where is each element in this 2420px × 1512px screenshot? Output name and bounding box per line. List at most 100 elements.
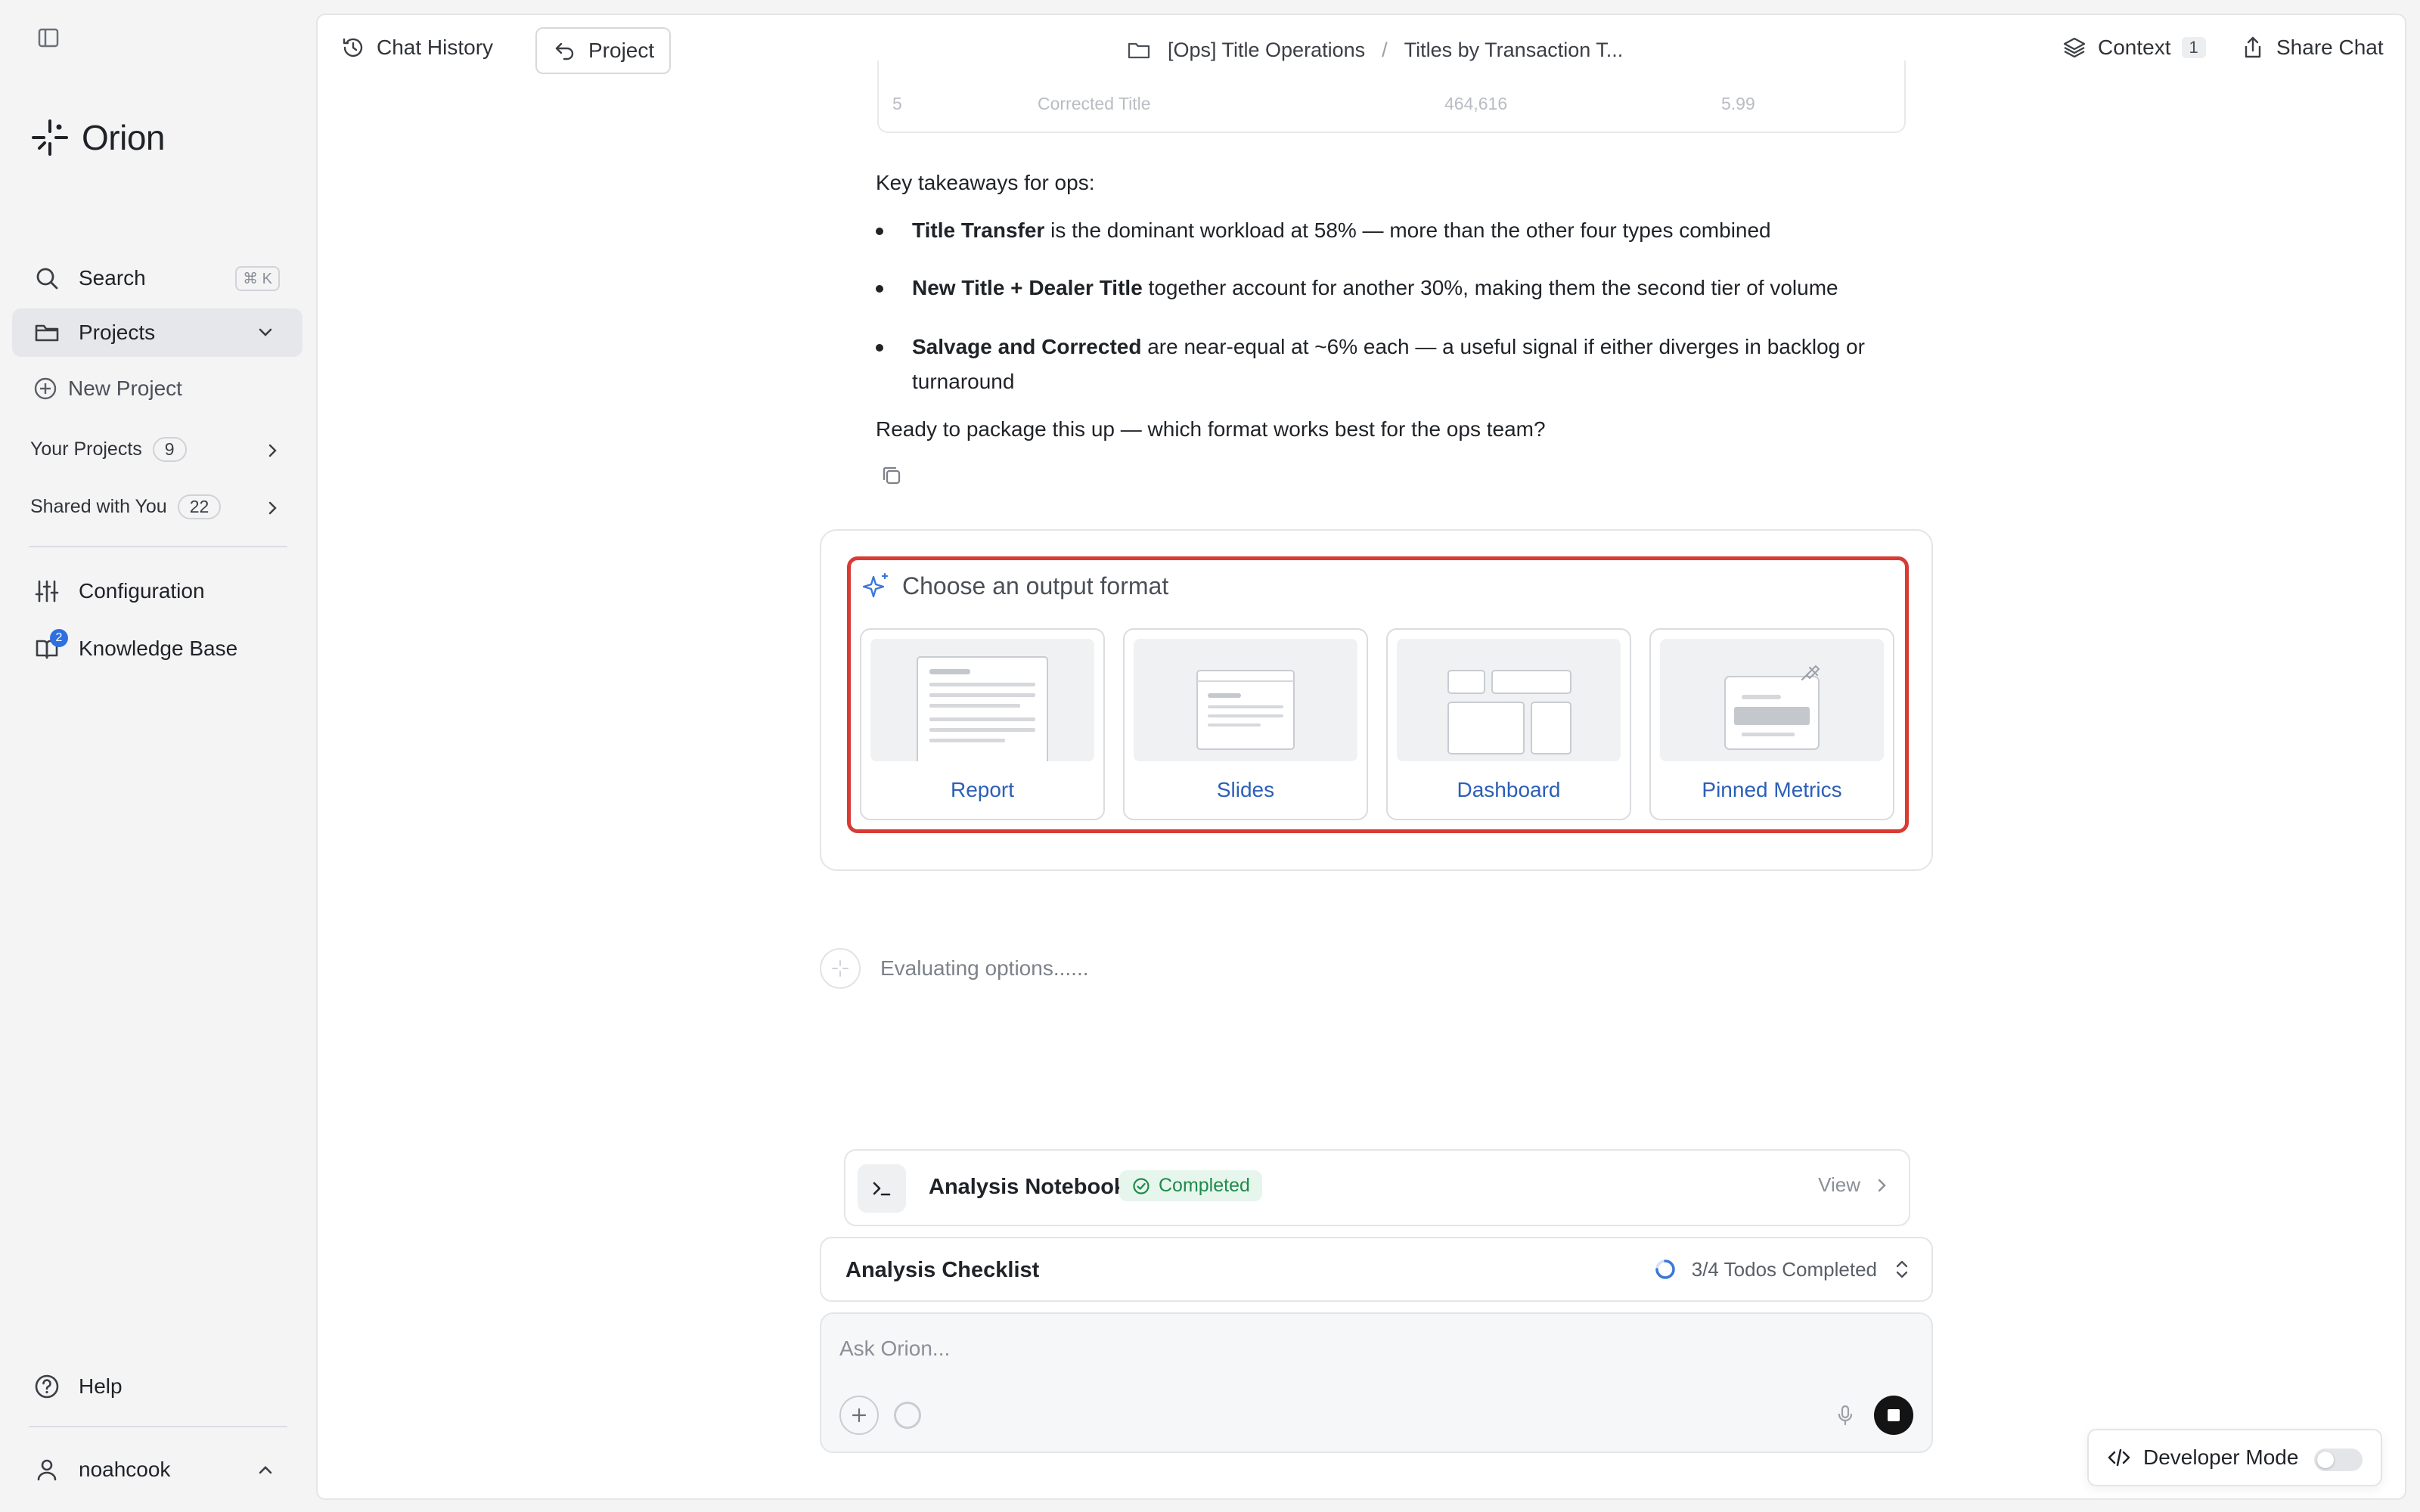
- configuration-label: Configuration: [79, 579, 205, 603]
- your-projects-label: Your Projects: [30, 438, 142, 460]
- format-option-slides[interactable]: Slides: [1123, 628, 1368, 820]
- app-name: Orion: [82, 118, 165, 157]
- main-panel: Chat History Project [Ops] Title Operati…: [316, 14, 2406, 1500]
- check-circle-icon: [1133, 1177, 1150, 1194]
- breadcrumb-separator: /: [1382, 38, 1388, 61]
- sidebar-search[interactable]: Search ⌘ K: [12, 254, 302, 302]
- chevron-right-icon[interactable]: [262, 440, 283, 461]
- sidebar-divider: [29, 1426, 287, 1427]
- sidebar-item-projects[interactable]: Projects: [12, 308, 302, 357]
- developer-mode-toggle[interactable]: [2314, 1448, 2363, 1471]
- context-label: Context: [2098, 36, 2171, 59]
- list-item: Salvage and Corrected are near-equal at …: [876, 330, 1889, 399]
- sidebar-item-knowledge-base[interactable]: 2 Knowledge Base: [12, 624, 302, 673]
- undo-arrow-icon: [555, 42, 574, 60]
- new-project-button[interactable]: New Project: [12, 364, 302, 413]
- context-button[interactable]: Context 1: [2062, 35, 2206, 60]
- view-label: View: [1818, 1173, 1860, 1196]
- project-button-label: Project: [588, 39, 655, 62]
- analysis-checklist[interactable]: Analysis Checklist 3/4 Todos Completed: [820, 1237, 1933, 1302]
- shared-with-you-section[interactable]: Shared with You 22: [30, 494, 222, 519]
- output-format-header: Choose an output format: [861, 571, 1168, 601]
- chevron-right-icon: [1878, 1179, 1886, 1191]
- projects-label: Projects: [79, 321, 156, 344]
- format-option-label: Report: [950, 778, 1015, 801]
- help-button[interactable]: Help: [12, 1362, 302, 1411]
- search-label: Search: [79, 266, 146, 290]
- spinner-icon: [820, 948, 861, 989]
- attach-button[interactable]: [839, 1396, 879, 1435]
- format-option-dashboard[interactable]: Dashboard: [1386, 628, 1631, 820]
- list-item: New Title + Dealer Title together accoun…: [876, 271, 1889, 305]
- chevron-down-icon[interactable]: [254, 321, 277, 344]
- closing-question: Ready to package this up — which format …: [876, 417, 1546, 441]
- breadcrumb-folder[interactable]: [Ops] Title Operations: [1168, 39, 1365, 62]
- code-icon: [2108, 1448, 2130, 1467]
- user-menu[interactable]: noahcook: [12, 1445, 302, 1494]
- sliders-icon: [32, 576, 62, 606]
- knowledge-base-label: Knowledge Base: [79, 637, 238, 660]
- output-format-highlight: Choose an output format Report Slides Da…: [847, 556, 1909, 833]
- notebook-view-button[interactable]: View: [1818, 1173, 1891, 1197]
- shared-label: Shared with You: [30, 496, 167, 517]
- analysis-notebook-card[interactable]: Analysis Notebook Completed View: [844, 1149, 1910, 1226]
- format-option-pinned-metrics[interactable]: Pinned Metrics: [1649, 628, 1894, 820]
- format-option-label: Slides: [1216, 778, 1275, 801]
- help-label: Help: [79, 1374, 123, 1398]
- shared-count: 22: [177, 494, 222, 519]
- slides-thumbnail: [1134, 639, 1357, 761]
- sidebar-item-configuration[interactable]: Configuration: [12, 567, 302, 615]
- layers-icon: [2063, 37, 2086, 58]
- checklist-progress: 3/4 Todos Completed: [1652, 1256, 1913, 1282]
- list-item: Title Transfer is the dominant workload …: [876, 213, 1889, 248]
- developer-mode-control[interactable]: Developer Mode: [2087, 1429, 2382, 1486]
- history-icon: [343, 38, 363, 57]
- chevron-right-icon[interactable]: [262, 497, 283, 519]
- plus-icon: [852, 1408, 867, 1423]
- table-cell-pct: 5.99: [1721, 94, 1755, 113]
- chevron-up-icon[interactable]: [254, 1458, 277, 1481]
- takeaways-heading: Key takeaways for ops:: [876, 171, 1095, 194]
- mode-toggle-icon[interactable]: [894, 1402, 921, 1429]
- checklist-progress-text: 3/4 Todos Completed: [1691, 1257, 1877, 1281]
- output-format-heading: Choose an output format: [902, 572, 1169, 600]
- your-projects-section[interactable]: Your Projects 9: [30, 437, 187, 462]
- project-button[interactable]: Project: [535, 27, 672, 74]
- output-format-widget: Choose an output format Report Slides Da…: [820, 529, 1933, 871]
- results-table-tail: 5 Corrected Title 464,616 5.99: [877, 60, 1906, 133]
- copy-icon[interactable]: [879, 463, 904, 488]
- folder-icon: [32, 318, 62, 348]
- orion-logo-icon: [32, 119, 68, 156]
- mic-icon[interactable]: [1832, 1402, 1859, 1429]
- stop-icon: [1888, 1409, 1900, 1421]
- spinner-icon: [1655, 1259, 1675, 1279]
- app-logo: Orion: [29, 116, 165, 159]
- dashboard-thumbnail: [1397, 639, 1621, 761]
- user-name: noahcook: [79, 1458, 171, 1481]
- search-icon: [32, 263, 62, 293]
- pinned-metrics-thumbnail: [1660, 639, 1884, 761]
- format-option-label: Pinned Metrics: [1702, 778, 1842, 801]
- search-shortcut: ⌘ K: [235, 266, 280, 291]
- sidebar: Orion Search ⌘ K Projects New Project Yo…: [0, 0, 310, 1512]
- sidebar-toggle-icon[interactable]: [33, 23, 64, 53]
- stop-button[interactable]: [1874, 1396, 1913, 1435]
- terminal-icon: [858, 1164, 906, 1213]
- table-cell-type: Corrected Title: [1038, 94, 1151, 113]
- share-chat-label: Share Chat: [2276, 36, 2384, 59]
- up-down-chevron-icon[interactable]: [1891, 1258, 1913, 1281]
- share-chat-button[interactable]: Share Chat: [2240, 35, 2384, 60]
- share-icon: [2245, 36, 2261, 58]
- checklist-title: Analysis Checklist: [845, 1258, 1040, 1282]
- chat-input[interactable]: [839, 1332, 1823, 1365]
- sparkle-icon: [862, 572, 889, 598]
- sidebar-divider: [29, 546, 287, 547]
- notebook-title: Analysis Notebook: [929, 1175, 1127, 1199]
- new-project-label: New Project: [68, 376, 182, 400]
- status-text: Completed: [1159, 1175, 1250, 1196]
- folder-icon: [1128, 42, 1150, 59]
- format-option-label: Dashboard: [1457, 778, 1561, 801]
- toggle-knob: [2317, 1452, 2334, 1468]
- format-option-report[interactable]: Report: [860, 628, 1105, 820]
- chat-history-button[interactable]: Chat History: [340, 35, 493, 60]
